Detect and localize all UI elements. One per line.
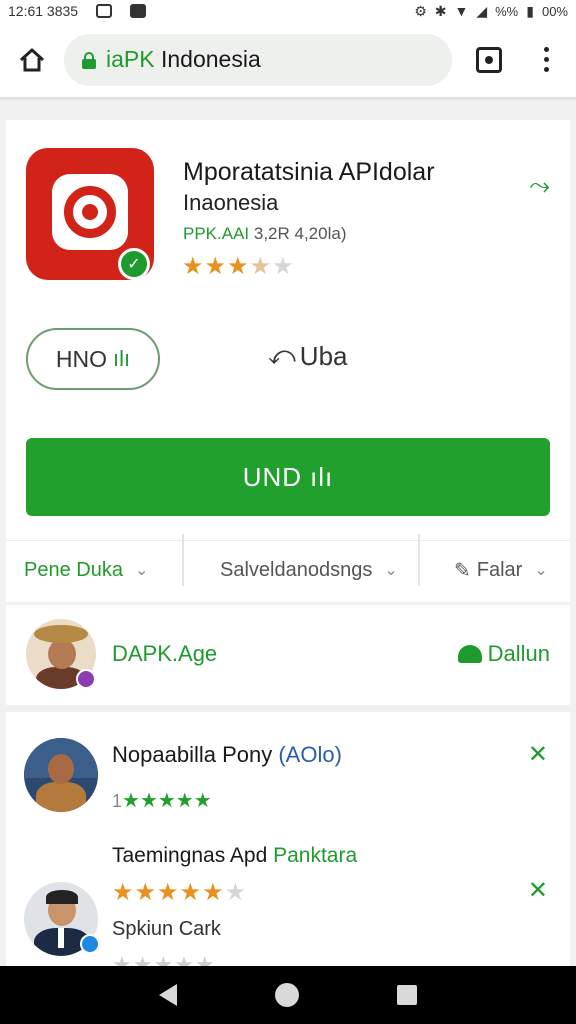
option-dropdown-1[interactable]: Pene Duka ⌄ — [24, 550, 148, 590]
install-button[interactable]: UND ılı — [26, 438, 550, 516]
recents-icon[interactable] — [397, 985, 417, 1005]
app-rating-stars: ★★★★★ — [182, 253, 295, 280]
home-icon — [19, 48, 45, 71]
app-meta: PPK.AAI 3,2R 4,20la) — [183, 224, 347, 243]
option-dropdown-2[interactable]: Salveldanodsngs ⌄ — [220, 550, 398, 590]
option-label: Salveldanodsngs — [220, 558, 373, 581]
notification-icon — [130, 4, 147, 18]
battery-text: 00% — [541, 3, 568, 19]
status-bar: 12:61 3835 ⚙ ✱ ▼ ◢ %% ▮ 00% — [0, 0, 576, 22]
notification-icon — [96, 4, 113, 18]
review-rating: 1★★★★★ — [112, 790, 212, 812]
option-label: Pene Duka — [24, 558, 123, 581]
share-icon[interactable]: ⤳ — [529, 170, 550, 202]
divider — [418, 534, 420, 586]
edit-icon: ✎ — [454, 559, 471, 582]
developer-badge-icon — [76, 669, 96, 689]
overflow-menu-icon — [543, 47, 549, 52]
settings-icon: ⚙ — [414, 2, 427, 19]
reviews-card: Nopaabilla Pony (AOlo) 1★★★★★ ✕ Taemingn… — [6, 712, 570, 966]
divider — [182, 534, 184, 586]
signal-text: %% — [495, 3, 519, 19]
option-dropdown-3[interactable]: ✎ Falar ⌄ — [454, 550, 548, 590]
wifi-icon: ▼ — [454, 3, 469, 19]
android-icon — [457, 645, 482, 663]
developer-action-button[interactable]: Dallun — [457, 641, 550, 667]
review-rating: ★★★★★★ — [112, 879, 248, 906]
share-label: Uba — [299, 340, 348, 371]
chevron-down-icon: ⌄ — [384, 562, 398, 579]
developer-action-label: Dallun — [487, 641, 550, 666]
system-nav-bar — [0, 966, 576, 1024]
reviewer-name: Nopaabilla Pony (AOlo) — [112, 742, 342, 767]
bluetooth-icon: ✱ — [434, 2, 447, 19]
option-label: Falar — [476, 558, 523, 581]
browser-toolbar: iaPK Indonesia — [0, 22, 576, 100]
chevron-down-icon: ⌄ — [134, 562, 149, 579]
battery-icon: ▮ — [526, 2, 534, 19]
reviewer-name: Spkiun Cark — [112, 918, 221, 940]
chevron-down-icon: ⌄ — [534, 562, 548, 579]
bar-chart-icon: ılı — [310, 461, 334, 492]
app-header-card: ✓ Mporatatsinia APIdolar Inaonesia PPK.A… — [6, 120, 570, 602]
signal-icon: ◢ — [476, 2, 488, 19]
review-title: Taemingnas Apd Panktara — [112, 844, 358, 867]
url-text: iaPK Indonesia — [106, 46, 261, 72]
developer-card[interactable]: DAPK.Age Dallun — [6, 605, 570, 705]
share-button[interactable]: ⤺ Uba — [268, 340, 348, 372]
review-rating: ★★★★★ — [112, 952, 216, 966]
developer-name[interactable]: DAPK.Age — [112, 641, 217, 667]
app-title: Mporatatsinia APIdolar — [183, 158, 435, 186]
secondary-action-label: HNO — [55, 345, 107, 372]
app-subtitle: Inaonesia — [183, 190, 279, 215]
reviewer-avatar — [24, 738, 98, 812]
lock-icon — [82, 51, 96, 69]
secondary-action-button[interactable]: HNO ılı — [26, 328, 160, 390]
tabs-icon — [476, 46, 502, 73]
home-circle-icon[interactable] — [275, 983, 299, 1007]
expand-icon[interactable]: ✕ — [528, 876, 548, 905]
address-bar[interactable]: iaPK Indonesia — [64, 33, 452, 86]
reviewer-badge-icon — [80, 934, 100, 954]
install-label: UND — [242, 461, 303, 492]
tabs-button[interactable] — [452, 46, 526, 73]
share-arrow-icon: ⤺ — [268, 340, 296, 370]
divider — [6, 540, 570, 541]
bar-chart-icon: ılı — [113, 346, 131, 371]
home-button[interactable] — [0, 22, 64, 97]
verified-check-icon: ✓ — [118, 248, 150, 280]
overflow-menu-button[interactable] — [526, 47, 566, 72]
back-icon[interactable] — [159, 984, 177, 1006]
expand-icon[interactable]: ✕ — [528, 740, 548, 769]
status-time: 12:61 3835 — [8, 3, 79, 19]
